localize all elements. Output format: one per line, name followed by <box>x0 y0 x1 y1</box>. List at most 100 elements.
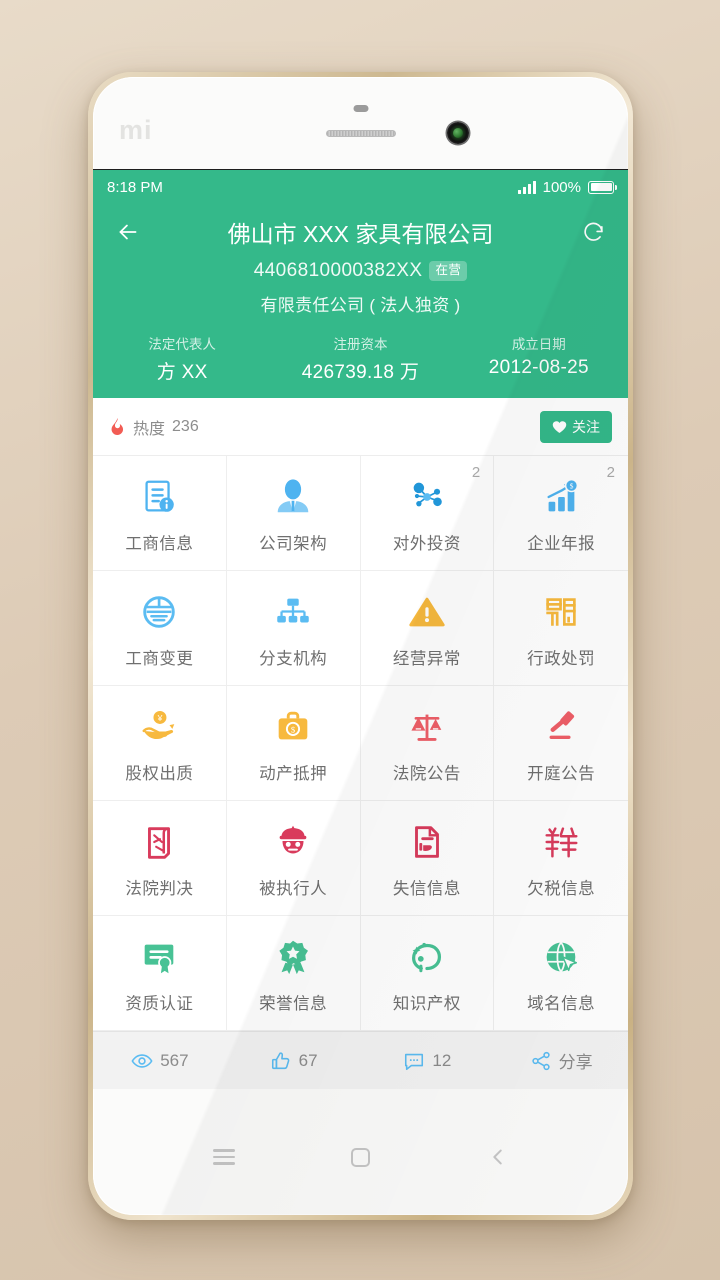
grid-item-label: 动产抵押 <box>259 764 328 783</box>
grid-item-label: 行政处罚 <box>527 649 596 668</box>
nav-bar: 佛山市 XXX 家具有限公司 <box>93 204 628 260</box>
grid-item-annual-report[interactable]: 2 $ 企业年报 <box>494 456 628 571</box>
fact-label: 成立日期 <box>511 337 566 352</box>
network-nodes-icon <box>406 473 448 521</box>
grid-item-court-session[interactable]: 开庭公告 <box>494 686 628 801</box>
battery-full-icon <box>588 180 617 194</box>
fact-label: 法定代表人 <box>148 337 216 352</box>
grid-item-badge: 2 <box>471 464 481 481</box>
grid-item-tax-arrears[interactable]: 欠税信息 <box>494 801 628 916</box>
status-badge: 在营 <box>429 261 468 281</box>
grid-item-court-notice[interactable]: 法院公告 <box>360 686 495 801</box>
likes-count: 67 <box>298 1050 318 1070</box>
registration-number-row: 4406810000382XX 在营 <box>93 260 628 282</box>
grid-item-branches[interactable]: 分支机构 <box>226 571 361 686</box>
company-facts: 法定代表人 方 XX 注册资本 426739.18 万 成立日期 2012-08… <box>93 333 628 384</box>
company-type: 有限责任公司 ( 法人独资 ) <box>260 296 461 315</box>
grid-item-label: 经营异常 <box>392 649 461 668</box>
certificate-icon <box>138 933 180 981</box>
follow-button[interactable]: 关注 <box>540 410 612 443</box>
earpiece-speaker <box>325 130 396 137</box>
heat-value: 236 <box>172 417 199 435</box>
grid-item-label: 法院公告 <box>392 764 461 783</box>
circle-emblem-icon <box>138 588 180 636</box>
idea-swirl-icon <box>406 933 448 981</box>
share-action[interactable]: 分享 <box>494 1048 628 1073</box>
bar-chart-growth-icon: $ <box>540 473 582 521</box>
status-indicators: 100% <box>517 178 617 196</box>
org-tree-icon <box>272 588 314 636</box>
grid-item-intellectual-property[interactable]: 知识产权 <box>360 916 495 1031</box>
grid-item-business-info[interactable]: 工商信息 <box>93 456 227 571</box>
grid-item-admin-penalty[interactable]: 行政处罚 <box>494 571 628 686</box>
home-key[interactable] <box>337 1133 385 1181</box>
document-info-icon <box>138 473 180 521</box>
grid-item-company-structure[interactable]: 公司架构 <box>226 456 361 571</box>
tax-character-icon <box>540 818 582 866</box>
grid-item-chattel-mortgage[interactable]: $ 动产抵押 <box>226 686 361 801</box>
comments-action[interactable]: 12 <box>361 1050 495 1072</box>
back-arrow-icon[interactable] <box>111 215 145 249</box>
grid-item-label: 工商变更 <box>125 649 194 668</box>
home-square-icon <box>351 1147 370 1167</box>
grid-item-label: 对外投资 <box>392 534 461 553</box>
gavel-icon <box>540 703 582 751</box>
company-header: 佛山市 XXX 家具有限公司 4406810000382XX 在营 有限责任公司… <box>93 204 628 398</box>
police-officer-icon <box>272 818 314 866</box>
fact-label: 注册资本 <box>333 337 388 352</box>
share-label: 分享 <box>558 1053 593 1072</box>
grid-item-business-change[interactable]: 工商变更 <box>93 571 227 686</box>
menu-key[interactable] <box>200 1133 248 1181</box>
grid-item-label: 股权出质 <box>125 764 194 783</box>
mi-logo: mi <box>119 115 153 145</box>
grid-item-label: 资质认证 <box>125 994 194 1013</box>
grid-item-label: 域名信息 <box>527 994 596 1013</box>
fact-registered-capital: 注册资本 426739.18 万 <box>271 333 449 384</box>
refresh-icon[interactable] <box>576 215 610 249</box>
grid-item-outbound-investment[interactable]: 2 对外投资 <box>360 456 495 571</box>
hardware-nav-keys <box>93 1089 628 1215</box>
scales-justice-icon <box>406 703 448 751</box>
grid-item-label: 分支机构 <box>259 649 328 668</box>
grid-item-label: 工商信息 <box>125 534 194 553</box>
fact-value: 426739.18 万 <box>301 362 420 383</box>
proximity-sensor-icon <box>353 105 368 112</box>
back-key[interactable] <box>474 1133 522 1181</box>
svg-text:$: $ <box>570 481 574 490</box>
thumb-down-doc-icon <box>406 818 448 866</box>
briefcase-dollar-icon: $ <box>272 703 314 751</box>
grid-item-domain-info[interactable]: 域名信息 <box>494 916 628 1031</box>
menu-icon <box>212 1145 235 1169</box>
status-time: 8:18 PM <box>107 178 163 196</box>
grid-item-honor-info[interactable]: 荣誉信息 <box>226 916 361 1031</box>
follow-label: 关注 <box>572 418 600 435</box>
heat-label: 热度 <box>133 420 166 438</box>
views-count: 567 <box>160 1050 189 1070</box>
heat-info: 热度 236 <box>109 415 199 439</box>
grid-item-executed-person[interactable]: 被执行人 <box>226 801 361 916</box>
registration-number: 4406810000382XX <box>253 260 423 281</box>
battery-percent-label: 100% <box>542 178 581 196</box>
top-bezel: mi <box>93 77 628 169</box>
grid-item-badge: 2 <box>606 464 615 481</box>
grid-item-equity-pledge[interactable]: ¥ 股权出质 <box>93 686 227 801</box>
warning-triangle-icon <box>406 588 448 636</box>
heat-row: 热度 236 关注 <box>93 398 628 456</box>
grid-item-qualification-cert[interactable]: 资质认证 <box>93 916 227 1031</box>
svg-text:$: $ <box>291 724 296 734</box>
likes-action[interactable]: 67 <box>227 1050 361 1072</box>
fact-value: 方 XX <box>156 362 208 383</box>
share-icon <box>531 1051 550 1070</box>
signal-bars-icon <box>517 180 536 194</box>
fact-legal-rep: 法定代表人 方 XX <box>93 333 271 384</box>
eye-icon <box>131 1053 153 1068</box>
views-action[interactable]: 567 <box>93 1050 227 1072</box>
heart-icon <box>552 420 567 433</box>
grid-item-business-anomaly[interactable]: 经营异常 <box>360 571 495 686</box>
grid-item-dishonesty-info[interactable]: 失信信息 <box>360 801 495 916</box>
grid-item-label: 开庭公告 <box>527 764 596 783</box>
grid-item-court-verdict[interactable]: 法院判决 <box>93 801 227 916</box>
grid-item-label: 企业年报 <box>527 534 596 553</box>
grid-item-label: 失信信息 <box>392 879 461 898</box>
award-ribbon-icon <box>272 933 314 981</box>
